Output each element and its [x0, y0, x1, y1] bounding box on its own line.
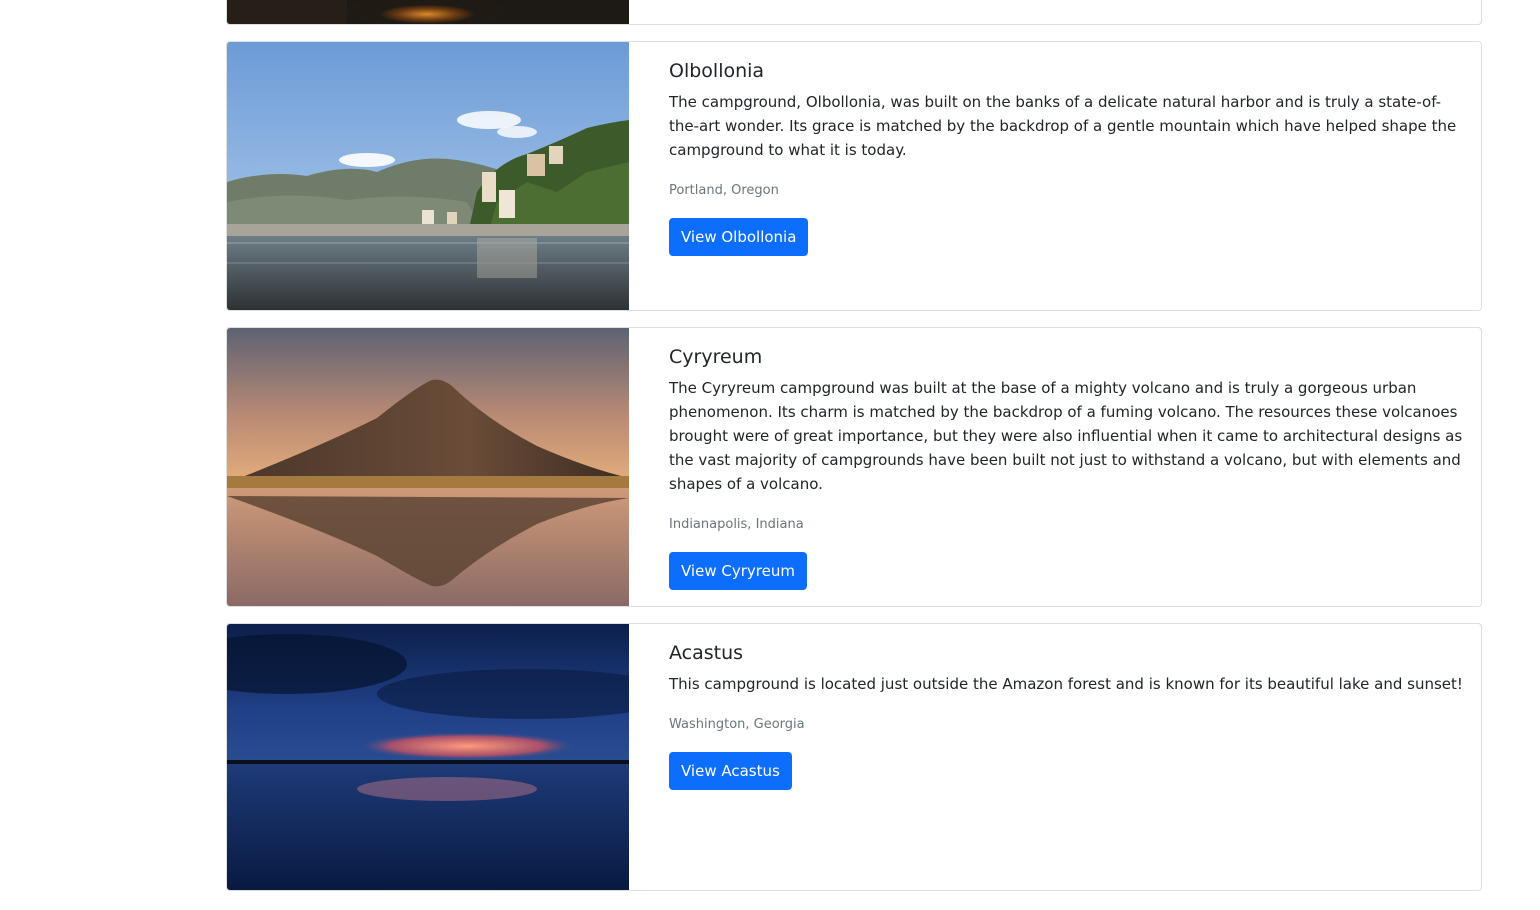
campground-image-partial	[227, 0, 629, 24]
coastal-village-harbor-photo	[227, 42, 629, 310]
campground-card: Olbollonia The campground, Olbollonia, w…	[226, 41, 1482, 311]
campground-description: This campground is located just outside …	[669, 675, 1463, 693]
campground-image	[227, 624, 629, 890]
campground-card-partial	[226, 0, 1482, 25]
campground-card: Cyryreum The Cyryreum campground was bui…	[226, 327, 1482, 607]
campground-location: Portland, Oregon	[669, 183, 779, 198]
campground-location: Indianapolis, Indiana	[669, 517, 804, 532]
campground-image	[227, 328, 629, 606]
campground-description: The campground, Olbollonia, was built on…	[669, 93, 1457, 159]
lake-sunset-photo	[227, 624, 629, 890]
view-campground-button[interactable]: View Olbollonia	[669, 218, 809, 256]
volcano-reflection-photo	[227, 328, 629, 606]
campground-description: The Cyryreum campground was built at the…	[669, 379, 1463, 493]
campground-image	[227, 42, 629, 310]
campground-card: Acastus This campground is located just …	[226, 623, 1482, 891]
view-campground-button[interactable]: View Acastus	[669, 752, 792, 790]
campground-title: Acastus	[669, 642, 744, 664]
campground-title: Cyryreum	[669, 346, 763, 368]
campground-location: Washington, Georgia	[669, 717, 805, 732]
view-campground-button[interactable]: View Cyryreum	[669, 552, 807, 590]
campground-title: Olbollonia	[669, 60, 765, 82]
